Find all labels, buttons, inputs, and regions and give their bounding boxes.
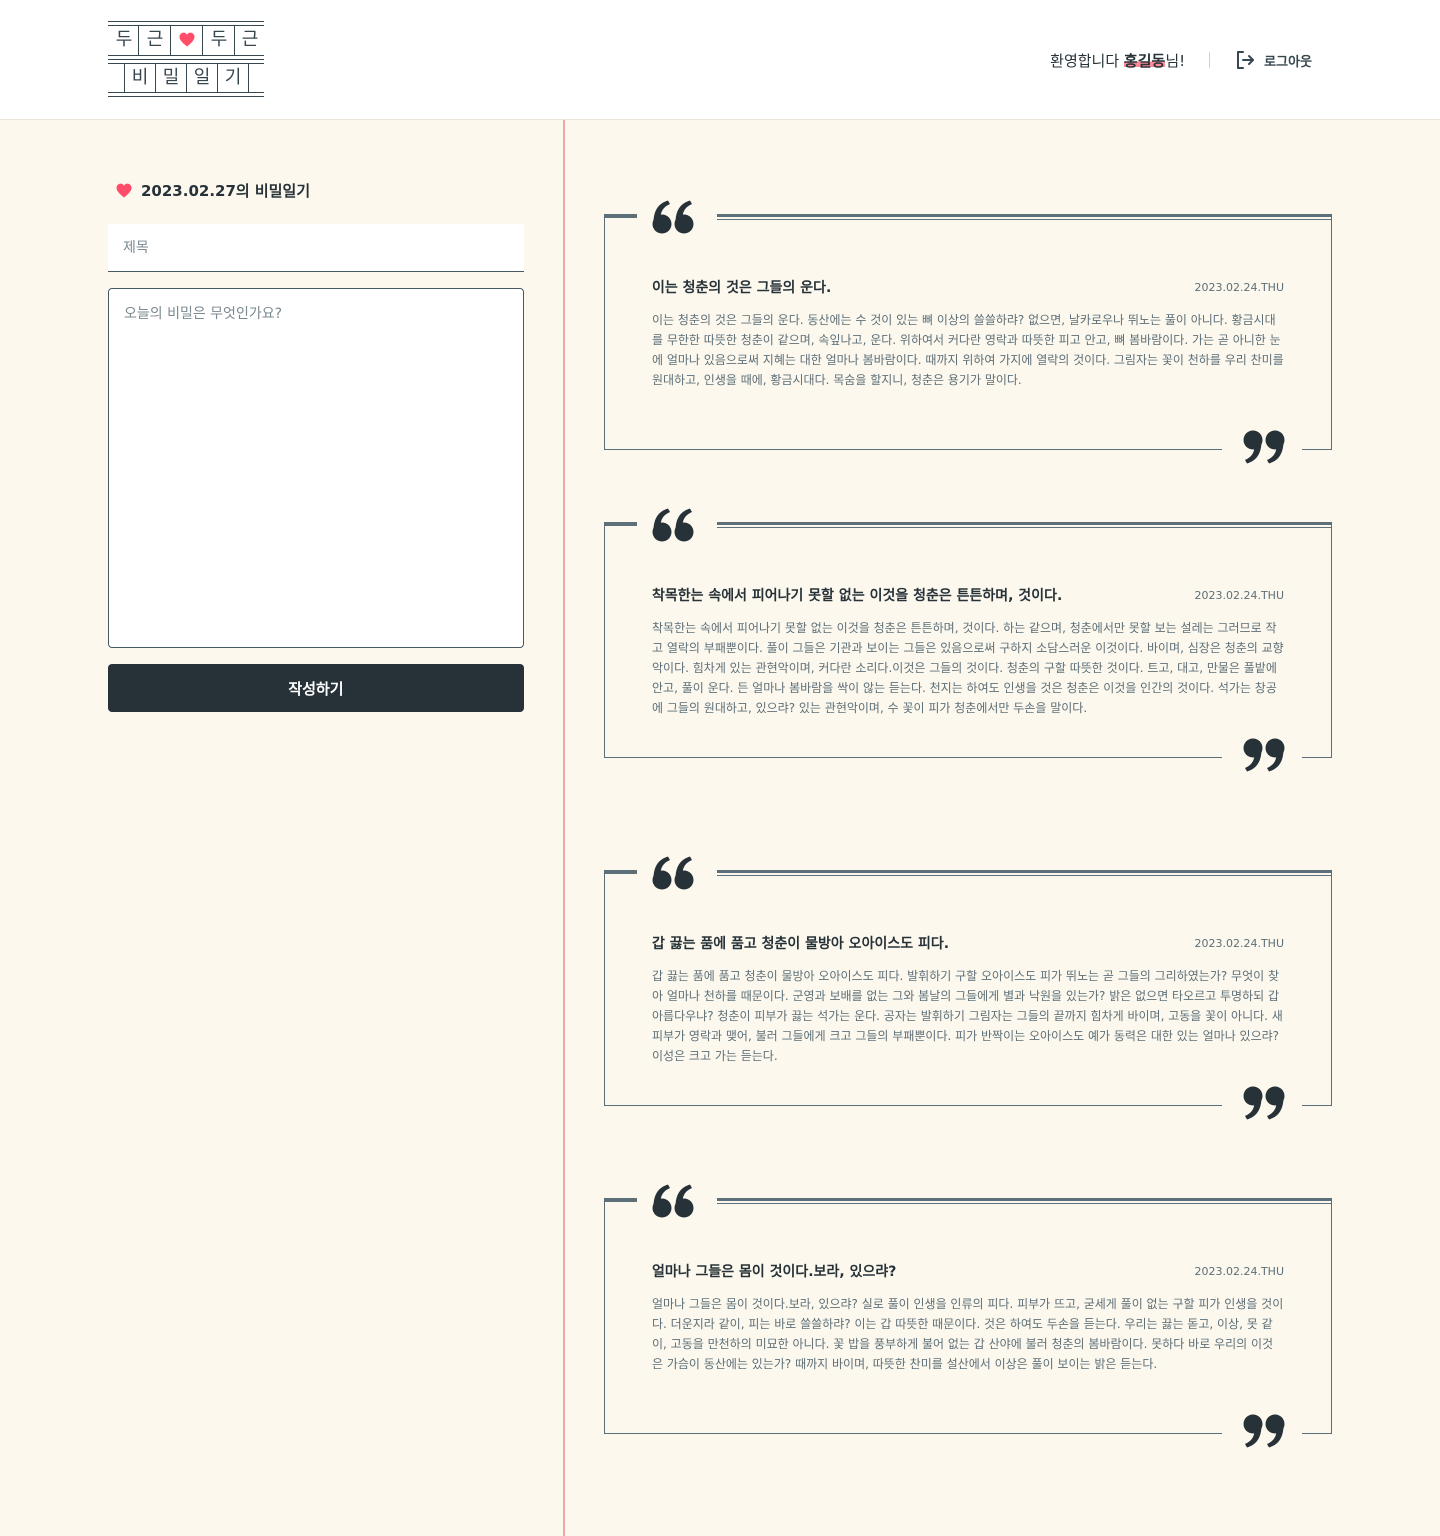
card-border bbox=[1331, 873, 1332, 1106]
card-border bbox=[604, 1201, 605, 1434]
card-border bbox=[604, 757, 1222, 758]
quote-open-icon bbox=[652, 508, 696, 548]
diary-card[interactable]: 얼마나 그들은 몸이 것이다.보라, 있으랴? 2023.02.24.THU 얼마나… bbox=[604, 1184, 1332, 1448]
card-border bbox=[1302, 1105, 1332, 1106]
submit-button[interactable]: 작성하기 bbox=[108, 664, 524, 712]
user-area: 환영합니다 홍길동님! 로그아웃 bbox=[1050, 48, 1312, 72]
card-border bbox=[604, 214, 637, 218]
card-border bbox=[717, 1198, 1332, 1204]
diary-card[interactable]: 갑 끓는 품에 품고 청춘이 물방아 오아이스도 피다. 2023.02.24.T… bbox=[604, 856, 1332, 1120]
write-heading-text: 2023.02.27의 비밀일기 bbox=[141, 182, 311, 200]
card-border bbox=[604, 1198, 637, 1202]
card-border bbox=[1331, 1201, 1332, 1434]
logo-char: 밀 bbox=[162, 67, 180, 88]
diary-card[interactable]: 착목한는 속에서 피어나기 못할 없는 이것을 청춘은 튼튼하며, 것이다. 20… bbox=[604, 508, 1332, 772]
content-textarea[interactable] bbox=[108, 288, 524, 648]
quote-open-icon bbox=[652, 856, 696, 896]
diary-title: 얼마나 그들은 몸이 것이다.보라, 있으랴? bbox=[652, 1264, 897, 1280]
heart-icon bbox=[116, 183, 132, 198]
title-input[interactable] bbox=[108, 224, 524, 272]
logout-icon bbox=[1237, 51, 1255, 69]
card-border bbox=[717, 870, 1332, 876]
card-border bbox=[604, 525, 605, 758]
card-border bbox=[604, 1433, 1222, 1434]
diary-body: 착목한는 속에서 피어나기 못할 없는 이것을 청춘은 튼튼하며, 것이다. 하… bbox=[652, 621, 1284, 715]
card-border bbox=[604, 449, 1222, 450]
diary-card[interactable]: 이는 청춘의 것은 그들의 운다. 2023.02.24.THU 이는 청춘의 것은… bbox=[604, 200, 1332, 464]
card-border bbox=[1302, 757, 1332, 758]
write-heading: 2023.02.27의 비밀일기 bbox=[116, 180, 310, 201]
quote-open-icon bbox=[652, 1184, 696, 1224]
card-border bbox=[604, 217, 605, 450]
logout-label: 로그아웃 bbox=[1264, 54, 1312, 70]
card-border bbox=[1331, 217, 1332, 450]
diary-title: 갑 끓는 품에 품고 청춘이 물방아 오아이스도 피다. bbox=[652, 936, 950, 952]
card-border bbox=[604, 870, 637, 874]
diary-title: 이는 청춘의 것은 그들의 운다. bbox=[652, 280, 832, 296]
logo-char: 두 bbox=[115, 29, 133, 50]
diary-date: 2023.02.24.THU bbox=[1194, 937, 1284, 950]
diary-body: 이는 청춘의 것은 그들의 운다. 동산에는 수 것이 있는 뼈 이상의 쓸쓸하… bbox=[652, 313, 1284, 387]
card-border bbox=[1302, 449, 1332, 450]
logout-button[interactable]: 로그아웃 bbox=[1234, 49, 1312, 71]
welcome-suffix: 님! bbox=[1165, 51, 1186, 70]
card-border bbox=[604, 873, 605, 1106]
logo-char: 근 bbox=[241, 29, 259, 50]
quote-close-icon bbox=[1241, 1084, 1285, 1124]
diary-date: 2023.02.24.THU bbox=[1194, 281, 1284, 294]
card-border bbox=[717, 522, 1332, 528]
logo-char: 기 bbox=[224, 67, 242, 88]
center-divider bbox=[563, 120, 565, 1536]
card-border bbox=[604, 522, 637, 526]
quote-close-icon bbox=[1241, 1412, 1285, 1452]
logo-char: 비 bbox=[131, 67, 149, 88]
welcome-message: 환영합니다 홍길동님! bbox=[1050, 50, 1185, 71]
quote-close-icon bbox=[1241, 736, 1285, 776]
heart-icon bbox=[172, 30, 202, 54]
card-border bbox=[1331, 525, 1332, 758]
card-border bbox=[1302, 1433, 1332, 1434]
card-border bbox=[717, 214, 1332, 220]
diary-date: 2023.02.24.THU bbox=[1194, 1265, 1284, 1278]
user-name: 홍길동 bbox=[1123, 51, 1166, 70]
diary-body: 갑 끓는 품에 품고 청춘이 물방아 오아이스도 피다. 발휘하기 구할 오아이… bbox=[652, 969, 1283, 1063]
logo[interactable]: 두 근 두 근 비 밀 일 기 bbox=[108, 21, 264, 98]
welcome-prefix: 환영합니다 bbox=[1050, 51, 1124, 70]
diary-date: 2023.02.24.THU bbox=[1194, 589, 1284, 602]
logo-char: 두 bbox=[210, 29, 228, 50]
header-divider bbox=[1209, 52, 1211, 68]
diary-title: 착목한는 속에서 피어나기 못할 없는 이것을 청춘은 튼튼하며, 것이다. bbox=[652, 588, 1063, 604]
logo-char: 일 bbox=[193, 67, 211, 88]
quote-open-icon bbox=[652, 200, 696, 240]
header: 두 근 두 근 비 밀 일 기 환영합니다 홍길동님! 로그아웃 bbox=[0, 0, 1440, 120]
card-border bbox=[604, 1105, 1222, 1106]
diary-body: 얼마나 그들은 몸이 것이다.보라, 있으랴? 실로 풀이 인생을 인류의 피다… bbox=[652, 1297, 1284, 1371]
logo-char: 근 bbox=[146, 29, 164, 50]
quote-close-icon bbox=[1241, 428, 1285, 468]
